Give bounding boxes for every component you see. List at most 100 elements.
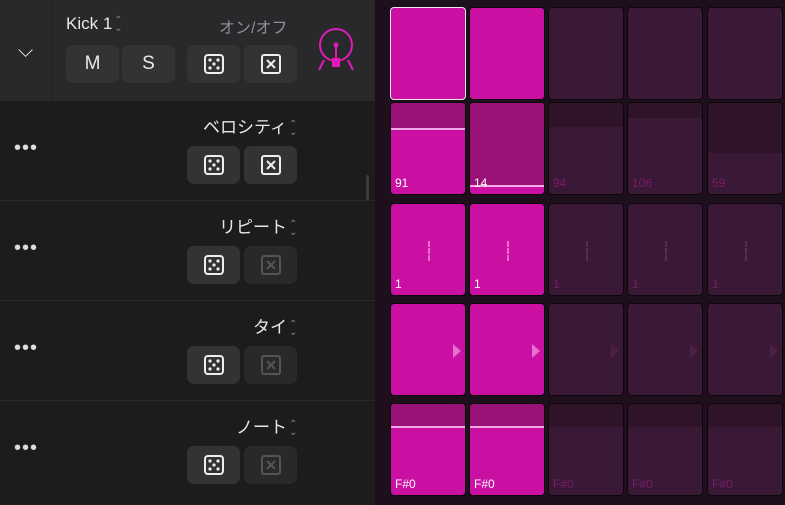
level-line — [470, 426, 544, 429]
repeat-divider-icon — [745, 241, 747, 261]
parameter-selector[interactable]: タイ ⌃ ⌄ — [253, 313, 297, 338]
more-options-icon[interactable]: ••• — [14, 237, 38, 260]
drum-kit-icon — [318, 28, 354, 71]
randomize-button[interactable] — [187, 446, 240, 484]
step-value: 1 — [395, 277, 402, 291]
clear-box-icon — [260, 355, 281, 375]
step-repeat-pad[interactable]: 1 — [390, 203, 466, 296]
step-value: 106 — [632, 176, 653, 190]
step-velocity-pad[interactable]: 14 — [469, 102, 545, 195]
step-note-pad[interactable]: F#0 — [627, 403, 703, 496]
clear-button[interactable] — [244, 146, 297, 184]
parameter-selector[interactable]: ノート ⌃ ⌄ — [236, 413, 297, 438]
step-onoff-pad[interactable] — [627, 7, 703, 100]
step-tie-pad[interactable] — [548, 303, 624, 396]
dice-icon — [203, 54, 224, 74]
level-fill — [391, 103, 465, 130]
tie-arrow-icon — [532, 344, 540, 358]
step-value: 1 — [632, 277, 639, 291]
onoff-label: オン/オフ — [219, 20, 288, 37]
tie-arrow-icon — [453, 344, 461, 358]
step-onoff-pad[interactable] — [548, 7, 624, 100]
level-fill — [470, 103, 544, 186]
step-value: 59 — [712, 176, 726, 190]
repeat-divider-icon — [507, 241, 509, 261]
clear-button[interactable] — [244, 346, 297, 384]
level-fill — [549, 103, 623, 128]
step-repeat-pad[interactable]: 1 — [627, 203, 703, 296]
track-header: ⌵ Kick 1 ⌃ ⌄ オン/オフ M S — [0, 0, 375, 100]
dice-icon — [203, 355, 224, 375]
divider — [52, 0, 53, 100]
parameter-label: リピート — [219, 218, 287, 237]
step-value: 1 — [474, 277, 481, 291]
parameter-label: タイ — [253, 318, 287, 337]
randomize-button[interactable] — [187, 246, 240, 284]
level-line — [391, 426, 465, 429]
parameter-row: ••• ノート ⌃ ⌄ — [0, 400, 375, 500]
step-onoff-pad[interactable] — [390, 7, 466, 100]
updown-icon: ⌃ ⌄ — [289, 318, 298, 338]
randomize-button[interactable] — [187, 146, 240, 184]
step-velocity-pad[interactable]: 106 — [627, 102, 703, 195]
updown-icon: ⌃ ⌄ — [289, 118, 298, 138]
clear-button[interactable] — [244, 446, 297, 484]
clear-button[interactable] — [244, 246, 297, 284]
parameter-row: ••• ベロシティ ⌃ ⌄ — [0, 100, 375, 200]
step-repeat-pad[interactable]: 1 — [707, 203, 783, 296]
tie-arrow-icon — [690, 344, 698, 358]
step-tie-pad[interactable] — [707, 303, 783, 396]
clear-box-icon — [260, 255, 281, 275]
step-velocity-pad[interactable]: 91 — [390, 102, 466, 195]
level-line — [391, 128, 465, 131]
repeat-divider-icon — [586, 241, 588, 261]
step-value: 1 — [553, 277, 560, 291]
clear-box-icon — [260, 54, 281, 74]
parameter-selector[interactable]: リピート ⌃ ⌄ — [219, 213, 297, 238]
repeat-divider-icon — [428, 241, 430, 261]
step-note-pad[interactable]: F#0 — [390, 403, 466, 496]
updown-icon: ⌃ ⌄ — [289, 418, 298, 438]
dice-icon — [203, 255, 224, 275]
step-value: 91 — [395, 176, 409, 190]
step-note-pad[interactable]: F#0 — [469, 403, 545, 496]
step-velocity-pad[interactable]: 59 — [707, 102, 783, 195]
step-value: 1 — [712, 277, 719, 291]
step-value: 14 — [474, 176, 488, 190]
parameter-selector[interactable]: ベロシティ ⌃ ⌄ — [203, 113, 297, 138]
track-panel: ⌵ Kick 1 ⌃ ⌄ オン/オフ M S ••• ベロシティ ⌃ ⌄ ••• リピー… — [0, 0, 375, 505]
collapse-chevron-icon[interactable]: ⌵ — [18, 40, 33, 63]
clear-button[interactable] — [244, 45, 297, 83]
step-tie-pad[interactable] — [390, 303, 466, 396]
parameter-row: ••• タイ ⌃ ⌄ — [0, 300, 375, 400]
tie-arrow-icon — [611, 344, 619, 358]
step-tie-pad[interactable] — [627, 303, 703, 396]
step-repeat-pad[interactable]: 1 — [548, 203, 624, 296]
step-repeat-pad[interactable]: 1 — [469, 203, 545, 296]
solo-button[interactable]: S — [122, 45, 175, 83]
more-options-icon[interactable]: ••• — [14, 437, 38, 460]
step-note-pad[interactable]: F#0 — [707, 403, 783, 496]
randomize-button[interactable] — [187, 346, 240, 384]
step-value: F#0 — [395, 477, 416, 491]
step-grid: 91 1 F#0 14 1 F#0 94 1 F#0 106 1 F#0 59 1 F#0 — [375, 0, 785, 505]
step-onoff-pad[interactable] — [707, 7, 783, 100]
repeat-divider-icon — [665, 241, 667, 261]
more-options-icon[interactable]: ••• — [14, 137, 38, 160]
parameter-label: ベロシティ — [203, 118, 287, 137]
level-fill — [708, 103, 782, 153]
dice-icon — [203, 155, 224, 175]
step-tie-pad[interactable] — [469, 303, 545, 396]
level-fill — [708, 404, 782, 428]
track-name: Kick 1 — [66, 14, 113, 33]
mute-button[interactable]: M — [66, 45, 119, 83]
tie-arrow-icon — [770, 344, 778, 358]
more-options-icon[interactable]: ••• — [14, 337, 38, 360]
randomize-button[interactable] — [187, 45, 240, 83]
step-onoff-pad[interactable] — [469, 7, 545, 100]
step-velocity-pad[interactable]: 94 — [548, 102, 624, 195]
step-value: F#0 — [474, 477, 495, 491]
track-name-selector[interactable]: Kick 1 ⌃ ⌄ — [66, 14, 123, 34]
level-fill — [628, 103, 702, 119]
step-note-pad[interactable]: F#0 — [548, 403, 624, 496]
